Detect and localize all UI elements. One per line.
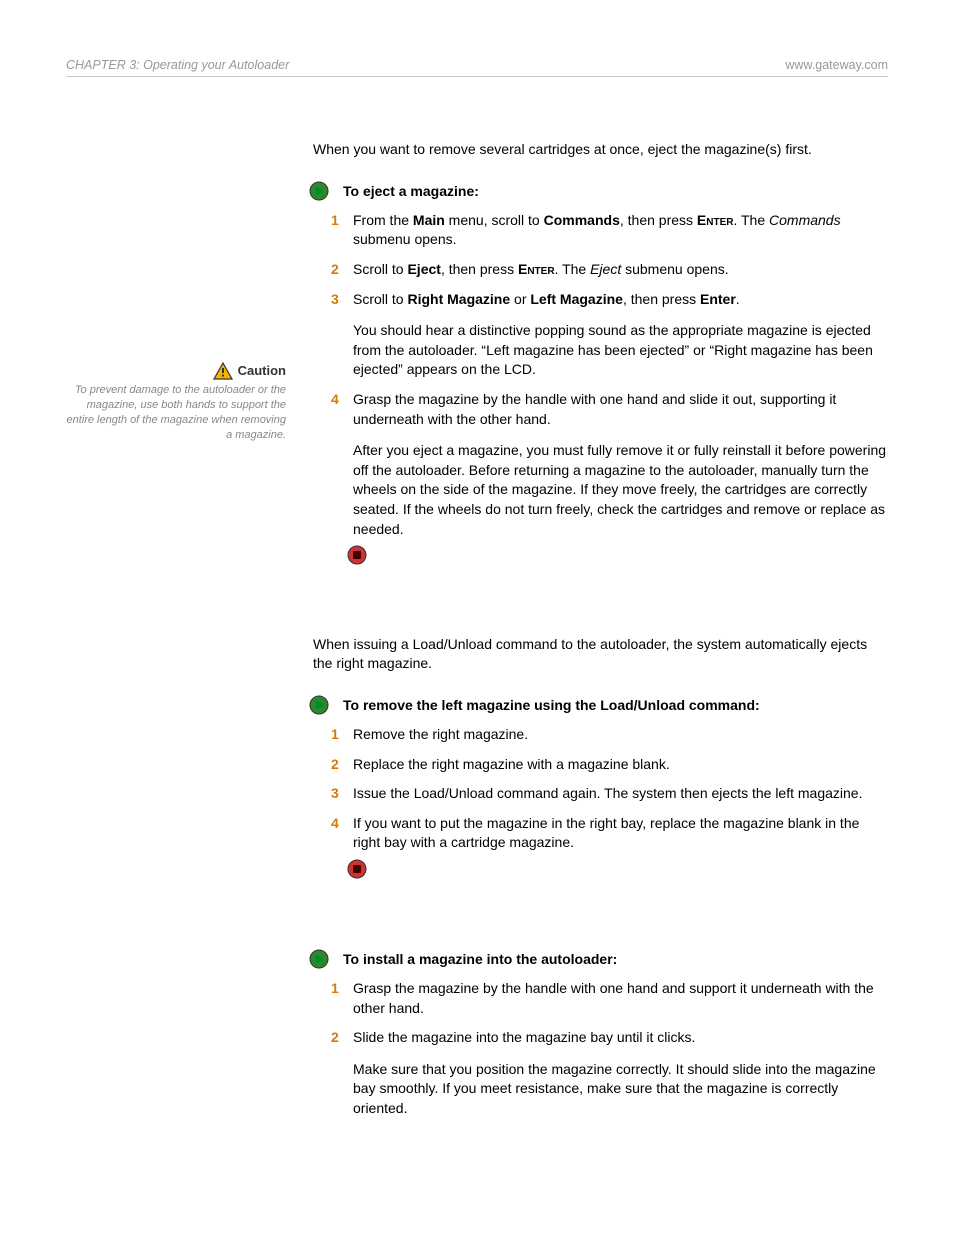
caution-label: Caution <box>238 362 286 380</box>
step-body: Scroll to Right Magazine or Left Magazin… <box>353 290 888 380</box>
step-body: From the Main menu, scroll to Commands, … <box>353 211 888 250</box>
section-eject-magazine: When you want to remove several cartridg… <box>313 140 888 565</box>
chapter-title: CHAPTER 3: Operating your Autoloader <box>66 58 289 72</box>
caution-text: To prevent damage to the autoloader or t… <box>66 383 286 442</box>
play-icon <box>309 695 329 715</box>
step-number: 3 <box>331 290 349 380</box>
step: 1 Grasp the magazine by the handle with … <box>331 979 888 1018</box>
caution-icon <box>213 362 233 380</box>
step: 1 From the Main menu, scroll to Commands… <box>331 211 888 250</box>
step-number: 3 <box>331 784 349 804</box>
step: 3 Scroll to Right Magazine or Left Magaz… <box>331 290 888 380</box>
section-install-magazine: To install a magazine into the autoloade… <box>313 949 888 1119</box>
stop-icon <box>347 859 367 879</box>
step: 2 Scroll to Eject, then press Enter. The… <box>331 260 888 280</box>
step: 3 Issue the Load/Unload command again. T… <box>331 784 888 804</box>
section-intro: When you want to remove several cartridg… <box>313 140 888 159</box>
page-header: CHAPTER 3: Operating your Autoloader www… <box>66 58 888 77</box>
step-number: 2 <box>331 260 349 280</box>
step-body: Grasp the magazine by the handle with on… <box>353 390 888 539</box>
stop-icon <box>347 545 367 565</box>
step-number: 2 <box>331 755 349 775</box>
section-remove-left-magazine: When issuing a Load/Unload command to th… <box>313 635 888 879</box>
section-intro: When issuing a Load/Unload command to th… <box>313 635 888 673</box>
step: 4 If you want to put the magazine in the… <box>331 814 888 853</box>
play-icon <box>309 949 329 969</box>
main-content: When you want to remove several cartridg… <box>313 140 888 1189</box>
step-number: 4 <box>331 390 349 539</box>
step-body: Scroll to Eject, then press Enter. The E… <box>353 260 888 280</box>
play-icon <box>309 181 329 201</box>
step-number: 1 <box>331 211 349 250</box>
procedure-title: To install a magazine into the autoloade… <box>343 951 617 967</box>
step-number: 2 <box>331 1028 349 1118</box>
step-number: 1 <box>331 725 349 745</box>
step: 4 Grasp the magazine by the handle with … <box>331 390 888 539</box>
step: 2 Replace the right magazine with a maga… <box>331 755 888 775</box>
step: 2 Slide the magazine into the magazine b… <box>331 1028 888 1118</box>
procedure-title: To remove the left magazine using the Lo… <box>343 697 760 713</box>
caution-sidebar: Caution To prevent damage to the autoloa… <box>66 362 286 442</box>
procedure-title: To eject a magazine: <box>343 183 479 199</box>
step-number: 4 <box>331 814 349 853</box>
header-url: www.gateway.com <box>785 58 888 72</box>
step: 1 Remove the right magazine. <box>331 725 888 745</box>
step-number: 1 <box>331 979 349 1018</box>
